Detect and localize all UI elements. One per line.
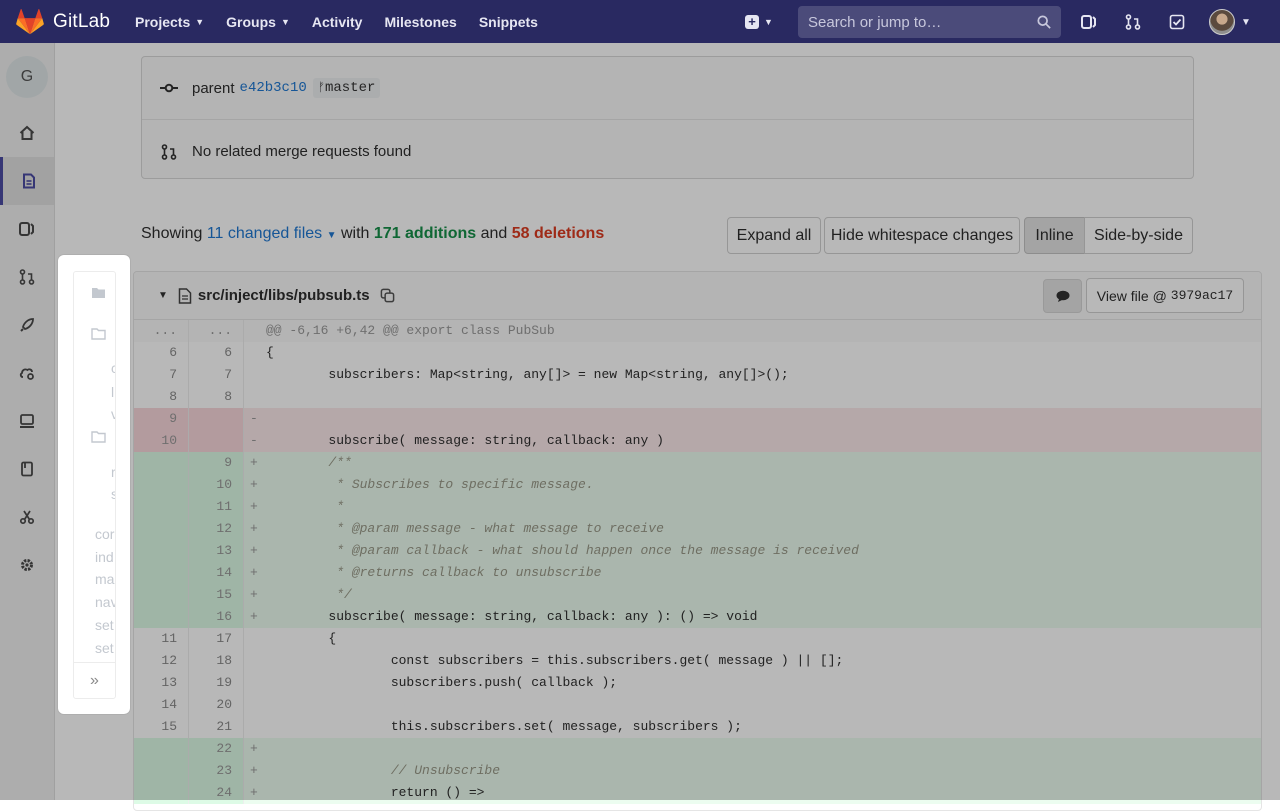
chevron-down-icon: ▼ [1241, 16, 1251, 28]
gitlab-home-link[interactable]: GitLab [0, 8, 135, 35]
double-chevron-right-icon: » [90, 671, 99, 689]
tree-item-partial[interactable]: l [111, 384, 114, 400]
tree-item-file[interactable]: nav [95, 594, 115, 610]
tree-item-file[interactable]: ind [95, 549, 114, 565]
nav-link-snippets[interactable]: Snippets [479, 14, 538, 30]
gitlab-logo-icon [16, 8, 44, 34]
user-menu[interactable]: ▼ [1209, 9, 1251, 35]
avatar [1209, 9, 1235, 35]
tree-item-file[interactable]: cor [95, 526, 114, 542]
chevron-down-icon: ▼ [764, 16, 773, 27]
nav-link-label: Projects [135, 13, 191, 30]
tree-item-file[interactable]: set [95, 617, 114, 633]
chevron-down-icon: ▼ [280, 16, 290, 27]
tree-item-partial[interactable]: s [111, 486, 115, 502]
chevron-down-icon: ▼ [195, 16, 205, 27]
folder-icon[interactable] [91, 430, 107, 446]
nav-link-milestones[interactable]: Milestones [384, 14, 456, 30]
brand-name: GitLab [53, 10, 111, 32]
search-icon [1037, 15, 1051, 29]
nav-link-label: Snippets [478, 13, 538, 30]
file-tree: » clv rs cor ind ma nav set set [73, 271, 116, 699]
tree-item-file[interactable]: ma [95, 571, 114, 587]
search-input[interactable]: Search or jump to… [798, 6, 1061, 38]
plus-icon: + [745, 14, 759, 29]
new-dropdown-button[interactable]: + ▼ [745, 14, 781, 29]
nav-link-label: Activity [311, 13, 363, 30]
file-tree-popup: » clv rs cor ind ma nav set set [58, 255, 130, 714]
nav-link-label: Groups [226, 13, 276, 30]
tree-item-file[interactable]: set [95, 640, 114, 656]
tree-item-partial[interactable]: r [111, 464, 115, 480]
tree-item-partial[interactable]: v [111, 406, 115, 422]
search-placeholder: Search or jump to… [808, 13, 942, 31]
tree-item-partial[interactable]: c [111, 360, 115, 376]
modal-overlay [0, 43, 1280, 800]
folder-open-icon[interactable] [91, 286, 107, 302]
expand-tree-button[interactable]: » [74, 662, 115, 698]
nav-link-projects[interactable]: Projects ▼ [135, 14, 204, 30]
folder-icon[interactable] [91, 327, 107, 343]
nav-link-label: Milestones [384, 13, 457, 30]
issues-icon[interactable] [1078, 11, 1100, 33]
nav-link-activity[interactable]: Activity [312, 14, 363, 30]
todos-icon[interactable] [1166, 11, 1188, 33]
nav-link-groups[interactable]: Groups ▼ [226, 14, 290, 30]
merge-requests-icon[interactable] [1122, 11, 1144, 33]
top-navbar: GitLab Projects ▼ Groups ▼ Activity Milestone… [0, 0, 1280, 43]
